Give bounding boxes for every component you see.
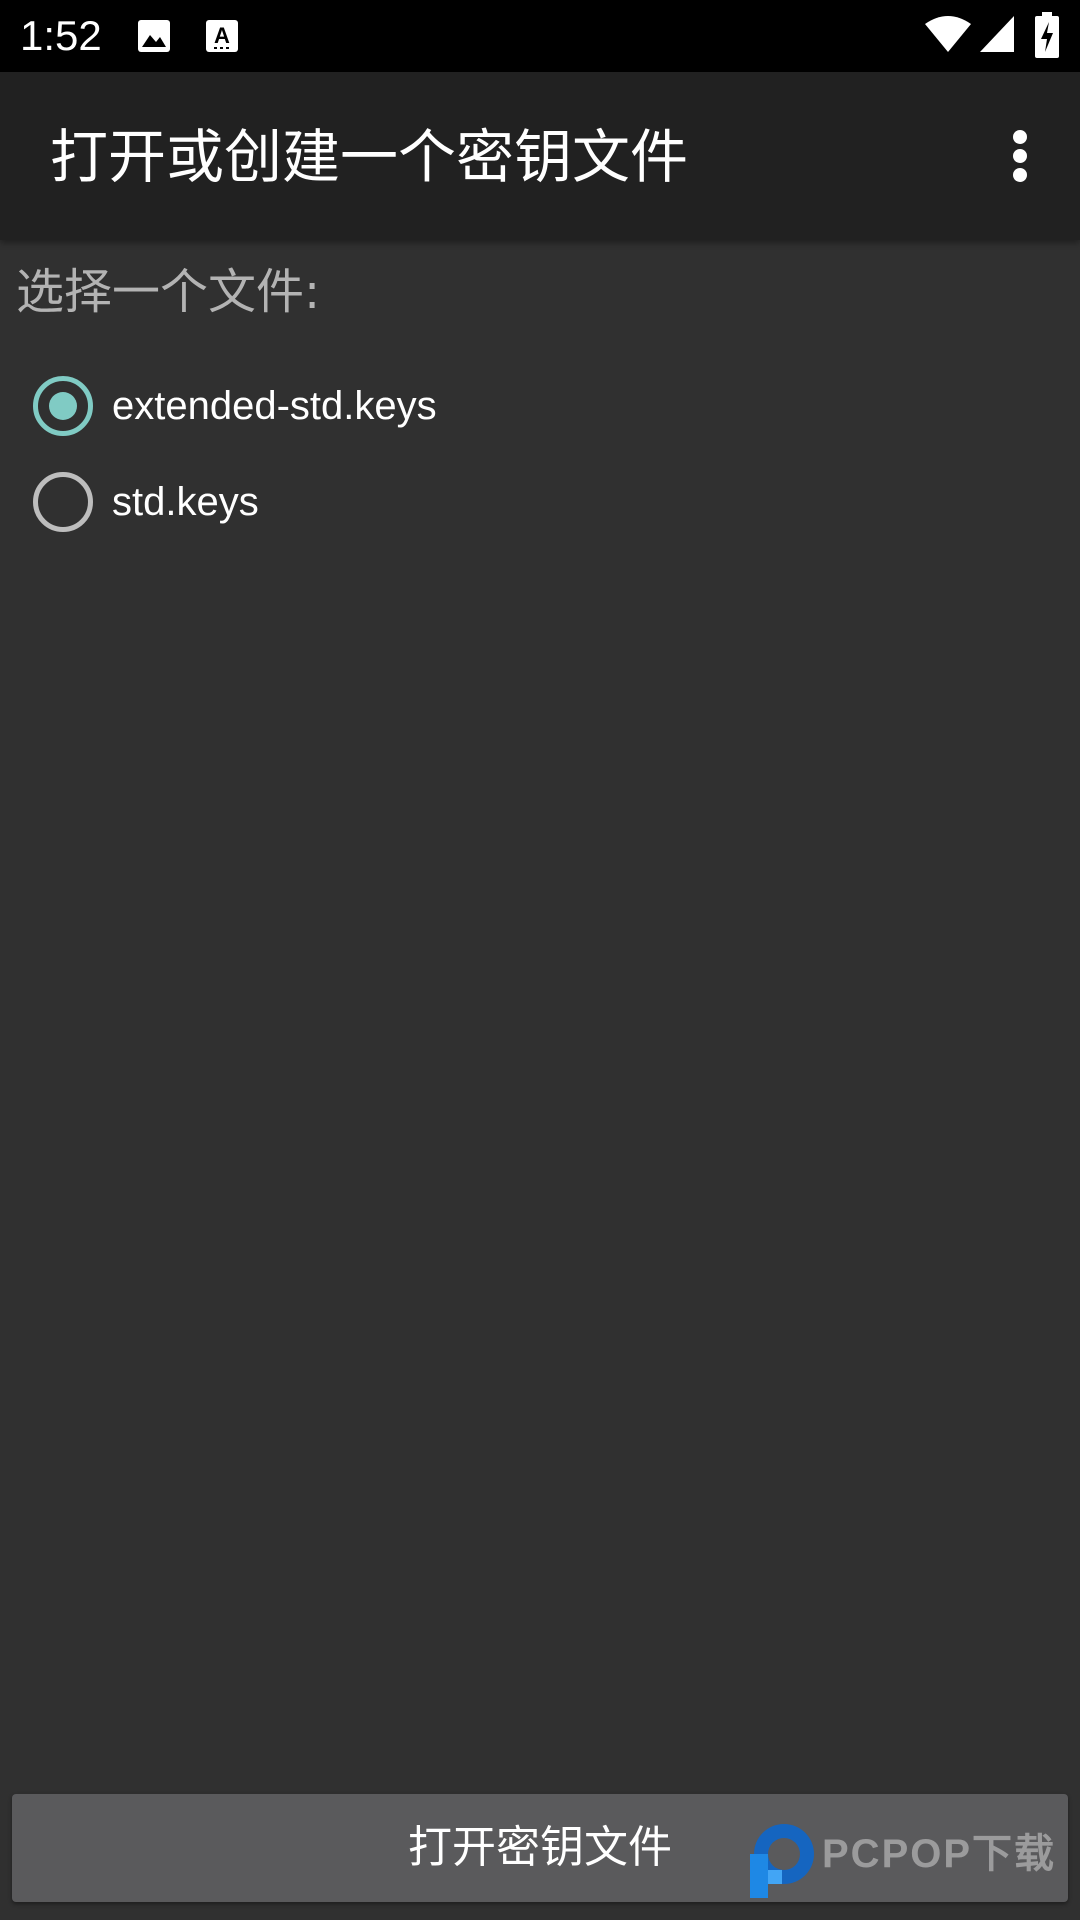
radio-option-std-keys[interactable]: std.keys — [0, 457, 1080, 547]
status-bar: 1:52 A — [0, 0, 1080, 72]
keyboard-a-icon: A — [204, 18, 240, 58]
status-time: 1:52 — [20, 12, 102, 59]
radio-option-label: std.keys — [112, 480, 259, 524]
radio-button-unchecked[interactable] — [33, 472, 93, 532]
section-label: 选择一个文件: — [16, 264, 321, 320]
watermark: PCPOP下载 — [744, 1818, 1074, 1902]
battery-charging-icon — [1034, 12, 1060, 62]
page-title: 打开或创建一个密钥文件 — [50, 123, 689, 191]
image-notification-icon — [136, 18, 172, 58]
radio-button-checked[interactable] — [33, 376, 93, 436]
app-bar: 打开或创建一个密钥文件 — [0, 72, 1080, 240]
wifi-icon — [924, 14, 972, 58]
watermark-logo-icon — [744, 1818, 820, 1906]
cell-signal-icon — [978, 14, 1016, 58]
svg-text:A: A — [214, 23, 230, 48]
radio-option-label: extended-std.keys — [112, 384, 437, 428]
overflow-menu-button[interactable] — [976, 112, 1064, 200]
radio-option-extended-std-keys[interactable]: extended-std.keys — [0, 361, 1080, 451]
watermark-text: PCPOP下载 — [822, 1832, 1057, 1876]
